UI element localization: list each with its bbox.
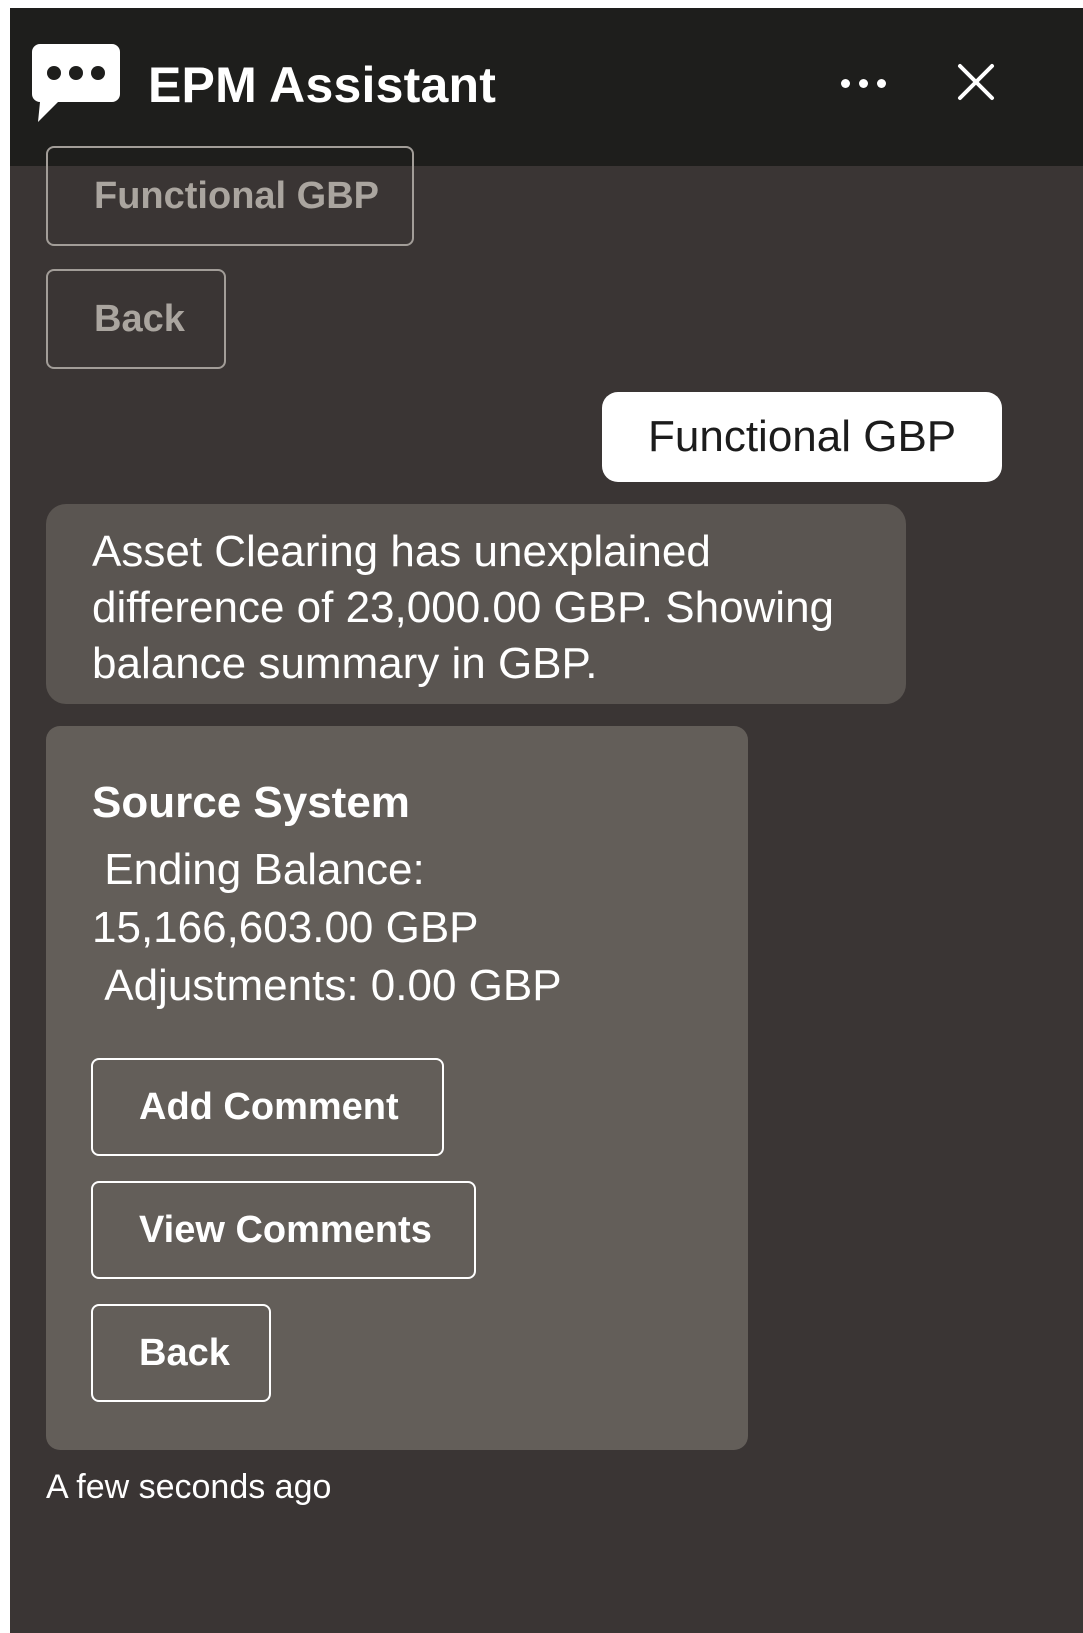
functional-gbp-option-button[interactable]: Functional GBP [46, 146, 414, 246]
bot-message-text: Asset Clearing has unexplained differenc… [92, 527, 835, 688]
more-dot [876, 78, 886, 88]
add-comment-button[interactable]: Add Comment [91, 1058, 444, 1156]
view-comments-label: View Comments [139, 1208, 432, 1251]
add-comment-label: Add Comment [139, 1085, 399, 1128]
user-message: Functional GBP [602, 392, 1002, 482]
balance-summary-card: Source System Ending Balance: 15,166,603… [46, 726, 748, 1450]
card-title: Source System [92, 778, 410, 827]
message-timestamp: A few seconds ago [46, 1468, 332, 1506]
chat-bubble-icon [32, 44, 120, 122]
more-horizontal-icon [840, 78, 850, 88]
assistant-title: EPM Assistant [148, 57, 497, 113]
close-icon[interactable] [950, 56, 1002, 108]
more-options-button[interactable] [828, 58, 898, 108]
functional-gbp-option-label: Functional GBP [94, 174, 379, 217]
card-back-button[interactable]: Back [91, 1304, 271, 1402]
view-comments-button[interactable]: View Comments [91, 1181, 476, 1279]
previous-back-label: Back [94, 297, 185, 340]
bot-message: Asset Clearing has unexplained differenc… [46, 504, 906, 704]
more-dot [858, 78, 868, 88]
chat-widget: EPM Assistant Functional GBP Back Functi… [10, 8, 1083, 1633]
card-back-label: Back [139, 1331, 230, 1374]
previous-back-button[interactable]: Back [46, 269, 226, 369]
card-body: Ending Balance: 15,166,603.00 GBP Adjust… [92, 845, 562, 1010]
user-message-text: Functional GBP [648, 412, 957, 461]
chat-history: Functional GBP Back Functional GBP Asset… [10, 146, 1083, 1633]
header-bar: EPM Assistant [10, 8, 1083, 166]
